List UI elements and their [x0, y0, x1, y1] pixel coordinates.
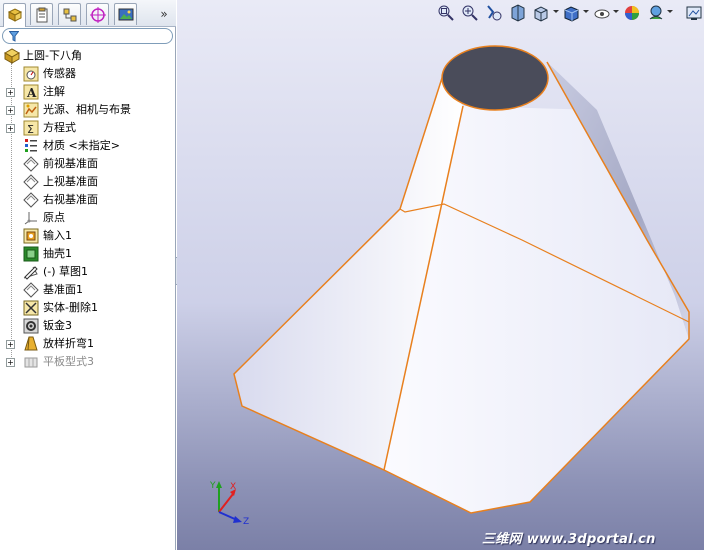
expand-icon[interactable]: +	[6, 88, 15, 97]
tree-item-lofted-bend1[interactable]: + 放样折弯1	[0, 335, 176, 353]
tree-item-label: 光源、相机与布景	[43, 103, 131, 116]
tree-item-label: 注解	[43, 85, 65, 98]
tree-item-label: 前视基准面	[43, 157, 98, 170]
sketch-icon	[23, 266, 38, 280]
tree-item-import1[interactable]: 输入1	[0, 227, 176, 245]
feature-manager-panel: » 上圆-下八角 传感器 + A 注解 + 光源、相机与布景 + Σ 方程式 材…	[0, 0, 176, 550]
expand-icon[interactable]: +	[6, 358, 15, 367]
feature-tree-filter[interactable]	[2, 28, 173, 44]
tree-item-label: 原点	[43, 211, 65, 224]
tree-item-label: 实体-删除1	[43, 301, 98, 314]
tree-item-flat-pattern3[interactable]: + 平板型式3	[0, 353, 176, 371]
sensor-icon	[23, 66, 39, 82]
flat-pattern-icon	[24, 357, 38, 368]
svg-text:Σ: Σ	[27, 123, 34, 136]
plane-icon	[23, 282, 39, 298]
tree-item-shell1[interactable]: 抽壳1	[0, 245, 176, 263]
tree-item-lights-cameras[interactable]: + 光源、相机与布景	[0, 101, 176, 119]
tree-item-sheet-metal3[interactable]: 钣金3	[0, 317, 176, 335]
panel-tab-bar: »	[0, 0, 176, 27]
expand-icon[interactable]: +	[6, 124, 15, 133]
tree-item-equations[interactable]: + Σ 方程式	[0, 119, 176, 137]
property-manager-tab[interactable]	[30, 3, 53, 25]
tree-item-right-plane[interactable]: 右视基准面	[0, 191, 176, 209]
tree-item-top-plane[interactable]: 上视基准面	[0, 173, 176, 191]
tree-item-annotations[interactable]: + A 注解	[0, 83, 176, 101]
tree-item-label: 放样折弯1	[43, 337, 94, 350]
tree-item-label: 基准面1	[43, 283, 83, 296]
tree-item-label: 输入1	[43, 229, 72, 242]
graphics-viewport[interactable]: Y X Z 三维网 www.3dportal.cn	[177, 0, 704, 550]
filter-icon	[9, 31, 19, 42]
display-manager-icon	[118, 8, 134, 21]
plane-icon	[23, 192, 39, 208]
tree-item-delete-body1[interactable]: 实体-删除1	[0, 299, 176, 317]
shell-icon	[23, 246, 39, 262]
triad-y-label: Y	[209, 481, 216, 491]
lights-cameras-scene-icon	[23, 102, 39, 118]
origin-icon	[24, 212, 37, 225]
panel-overflow-button[interactable]: »	[156, 6, 172, 22]
material-icon	[25, 139, 37, 152]
top-opening	[441, 45, 549, 111]
annotation-icon: A	[23, 84, 39, 100]
display-manager-tab[interactable]	[114, 3, 137, 25]
triad-z-label: Z	[243, 517, 249, 526]
svg-text:A: A	[26, 86, 37, 100]
tree-item-label: 方程式	[43, 121, 76, 134]
dimxpert-icon	[90, 7, 106, 23]
tree-item-label: 平板型式3	[43, 355, 94, 368]
lofted-bend-icon	[24, 336, 38, 351]
triad-x-label: X	[230, 482, 236, 492]
feature-manager-icon	[7, 8, 23, 22]
part-icon	[4, 48, 20, 64]
tree-root-item[interactable]: 上圆-下八角	[0, 47, 176, 65]
tree-item-sketch1[interactable]: (-) 草图1	[0, 263, 176, 281]
tree-item-label: 上视基准面	[43, 175, 98, 188]
equations-icon: Σ	[23, 120, 39, 136]
tree-item-material[interactable]: 材质 <未指定>	[0, 137, 176, 155]
dimxpert-manager-tab[interactable]	[86, 3, 109, 25]
tree-item-label: 传感器	[43, 67, 76, 80]
sheet-metal-icon	[23, 318, 39, 334]
configuration-manager-tab[interactable]	[58, 3, 81, 25]
expand-icon[interactable]: +	[6, 106, 15, 115]
tree-item-label: (-) 草图1	[43, 265, 89, 278]
configuration-manager-icon	[63, 8, 77, 22]
tree-item-label: 材质 <未指定>	[43, 139, 120, 152]
plane-icon	[23, 174, 39, 190]
coordinate-triad: Y X Z	[209, 481, 249, 526]
tree-item-origin[interactable]: 原点	[0, 209, 176, 227]
tree-item-label: 钣金3	[43, 319, 72, 332]
tree-item-sensors[interactable]: 传感器	[0, 65, 176, 83]
plane-icon	[23, 156, 39, 172]
watermark: 三维网 www.3dportal.cn	[482, 532, 656, 547]
tree-item-label: 右视基准面	[43, 193, 98, 206]
expand-icon[interactable]: +	[6, 340, 15, 349]
import-icon	[23, 228, 39, 244]
lofted-sheet-metal-model[interactable]	[177, 0, 704, 550]
tree-item-label: 抽壳1	[43, 247, 72, 260]
feature-manager-tab[interactable]	[3, 3, 26, 27]
tree-root-label: 上圆-下八角	[23, 49, 82, 62]
tree-item-front-plane[interactable]: 前视基准面	[0, 155, 176, 173]
tree-item-plane1[interactable]: 基准面1	[0, 281, 176, 299]
property-manager-icon	[36, 7, 48, 23]
delete-body-icon	[23, 300, 39, 316]
